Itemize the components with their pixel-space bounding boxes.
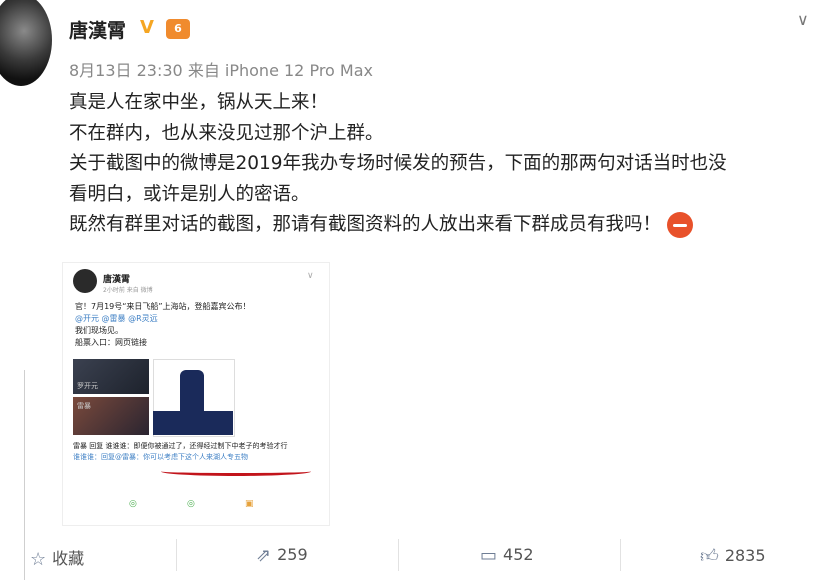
chevron-down-icon[interactable]: ∨ [797,10,809,29]
post-line: 关于截图中的微博是2019年我办专场时候发的预告，下面的那两句对话当时也没 [69,153,727,174]
angry-emoji-icon [667,212,694,238]
post-line: 既然有群里对话的截图，那请有截图资料的人放出来看下群成员有我吗！ [69,214,662,235]
screenshot-photo: 雷暴 [73,397,149,435]
post-meta: 8月13日 23:30 来自 iPhone 12 Pro Max [69,61,373,80]
post-text: 真是人在家中坐，锅从天上来！ 不在群内，也从来没见过那个沪上群。 关于截图中的微… [69,88,809,241]
red-underline-mark [161,467,311,476]
screenshot-avatar [73,269,97,293]
moments-icon: ◎ [187,499,195,509]
author-name[interactable]: 唐漢霄 [69,16,126,43]
favorite-button[interactable]: ☆ 收藏 [30,545,84,570]
post-line: 不在群内，也从来没见过那个沪上群。 [69,122,384,144]
post-line: 真是人在家中坐，锅从天上来！ [69,92,329,113]
comment-button[interactable]: ▭ 452 [480,545,534,566]
screenshot-line: 船票入口：网页链接 [75,338,147,347]
wechat-icon: ◎ [129,499,137,509]
like-count: 2835 [724,546,766,565]
photo-caption: 罗开元 [77,382,98,390]
action-bar: ☆ 收藏 ⇗ 259 ▭ 452 👍︎ 2835 [0,528,817,578]
author-avatar[interactable] [0,0,52,86]
screenshot-time: 2小时前 来自 微博 [103,287,153,294]
embedded-screenshot[interactable]: 唐漢霄 2小时前 来自 微博 ∨ 官！7月19号“来日飞船”上海站，登船嘉宾公布… [62,262,330,526]
screenshot-text: 官！7月19号“来日飞船”上海站，登船嘉宾公布！ @开元 @雷暴 @R灵远 我们… [75,301,325,349]
divider [620,539,621,571]
star-icon: ☆ [30,549,47,570]
screenshot-line: 我们现场见。 [75,326,123,335]
screenshot-photo: 罗开元 [73,359,149,394]
screenshot-author: 唐漢霄 [103,275,131,285]
divider [176,539,177,571]
screenshot-comment: 雷暴 回复 谁谁谁：即便你被通过了，还得经过制下中老子的考验才行 [73,442,288,450]
favorite-icon: ▣ [245,499,254,509]
verified-badge: V [140,17,154,38]
level-badge: 6 [166,19,190,39]
divider [398,539,399,571]
like-button[interactable]: 👍︎ 2835 [700,545,766,567]
share-icon: ⇗ [256,545,272,566]
comment-icon: ▭ [480,545,498,566]
photo-caption: 雷暴 [77,402,91,410]
chevron-down-icon: ∨ [307,271,314,281]
repost-button[interactable]: ⇗ 259 [256,545,308,566]
screenshot-comments: 雷暴 回复 谁谁谁：即便你被通过了，还得经过制下中老子的考验才行 谁谁谁：回复@… [73,441,323,463]
post-line: 看明白，或许是别人的密语。 [69,183,310,205]
thumbs-up-icon: 👍︎ [700,546,719,567]
screenshot-line: @开元 @雷暴 @R灵远 [75,314,158,323]
favorite-label: 收藏 [52,549,85,568]
repost-count: 259 [277,545,308,564]
screenshot-comment: 谁谁谁：回复@雷暴：你可以考虑下这个人来湖人专五物 [73,453,248,461]
comment-count: 452 [503,545,534,564]
screenshot-photo-band [153,411,233,435]
screenshot-line: 官！7月19号“来日飞船”上海站，登船嘉宾公布！ [75,302,251,311]
